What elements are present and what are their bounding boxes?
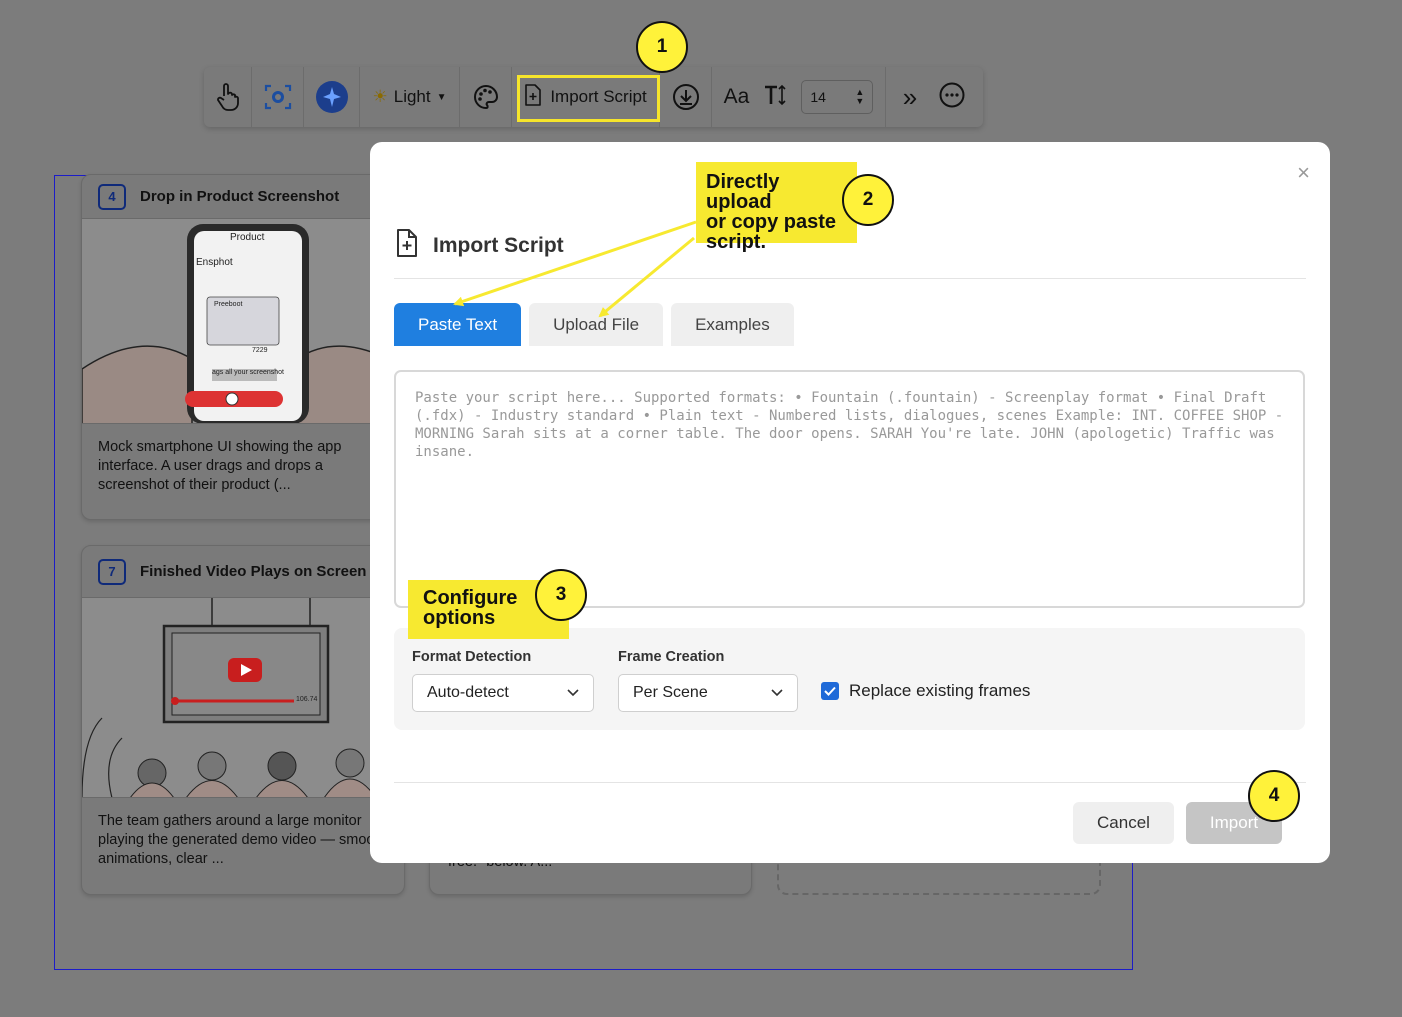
step-badge-1: 1 [636,21,688,73]
step-badge-3: 3 [535,569,587,621]
callout-upload-or-paste: Directly upload or copy paste script. [696,162,857,252]
callout-line: script. [706,231,767,253]
step-badge-4: 4 [1248,770,1300,822]
callout-line: Directly upload [706,171,780,213]
arrow-to-paste-tab [453,220,697,307]
step-badge-2: 2 [842,174,894,226]
callout-line: options [423,607,496,629]
callout-line: or copy paste [706,211,837,233]
annotation-arrows [453,220,697,318]
